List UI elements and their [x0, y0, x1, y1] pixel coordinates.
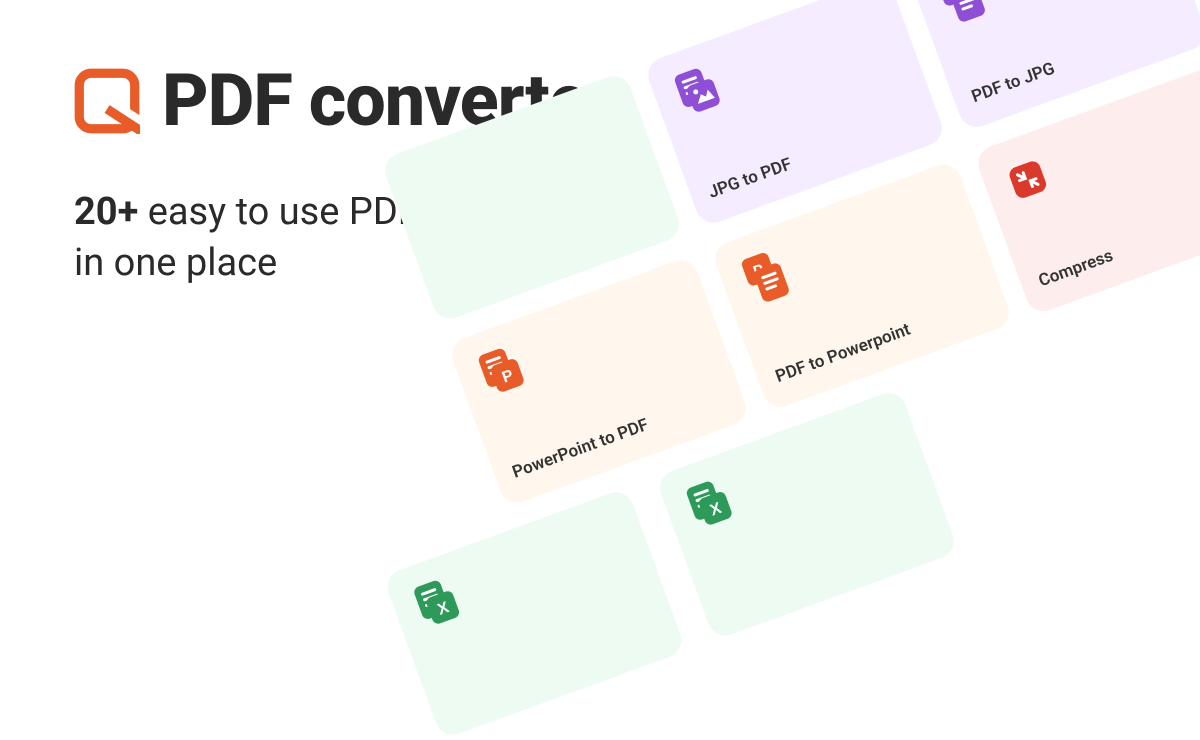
excel2-icon: X: [679, 473, 741, 535]
pdfjpg-icon: [930, 0, 992, 26]
ppt2-icon: P: [734, 245, 796, 307]
jpg-icon: [667, 60, 729, 122]
tile-label: [452, 638, 662, 715]
blankg-icon: [404, 156, 466, 218]
powerpoint-icon: P: [471, 340, 533, 402]
tool-tile[interactable]: X: [383, 487, 687, 739]
tile-label: PDF to Powerpoint: [773, 292, 990, 387]
compress-icon: [997, 149, 1059, 211]
excel-icon: X: [406, 572, 468, 634]
subtitle-line2: in one place: [74, 241, 277, 285]
tile-label: [725, 539, 935, 616]
tile-label: Compress: [1036, 196, 1200, 291]
subtitle-count: 20+: [74, 190, 138, 234]
logo-icon: [74, 68, 140, 134]
